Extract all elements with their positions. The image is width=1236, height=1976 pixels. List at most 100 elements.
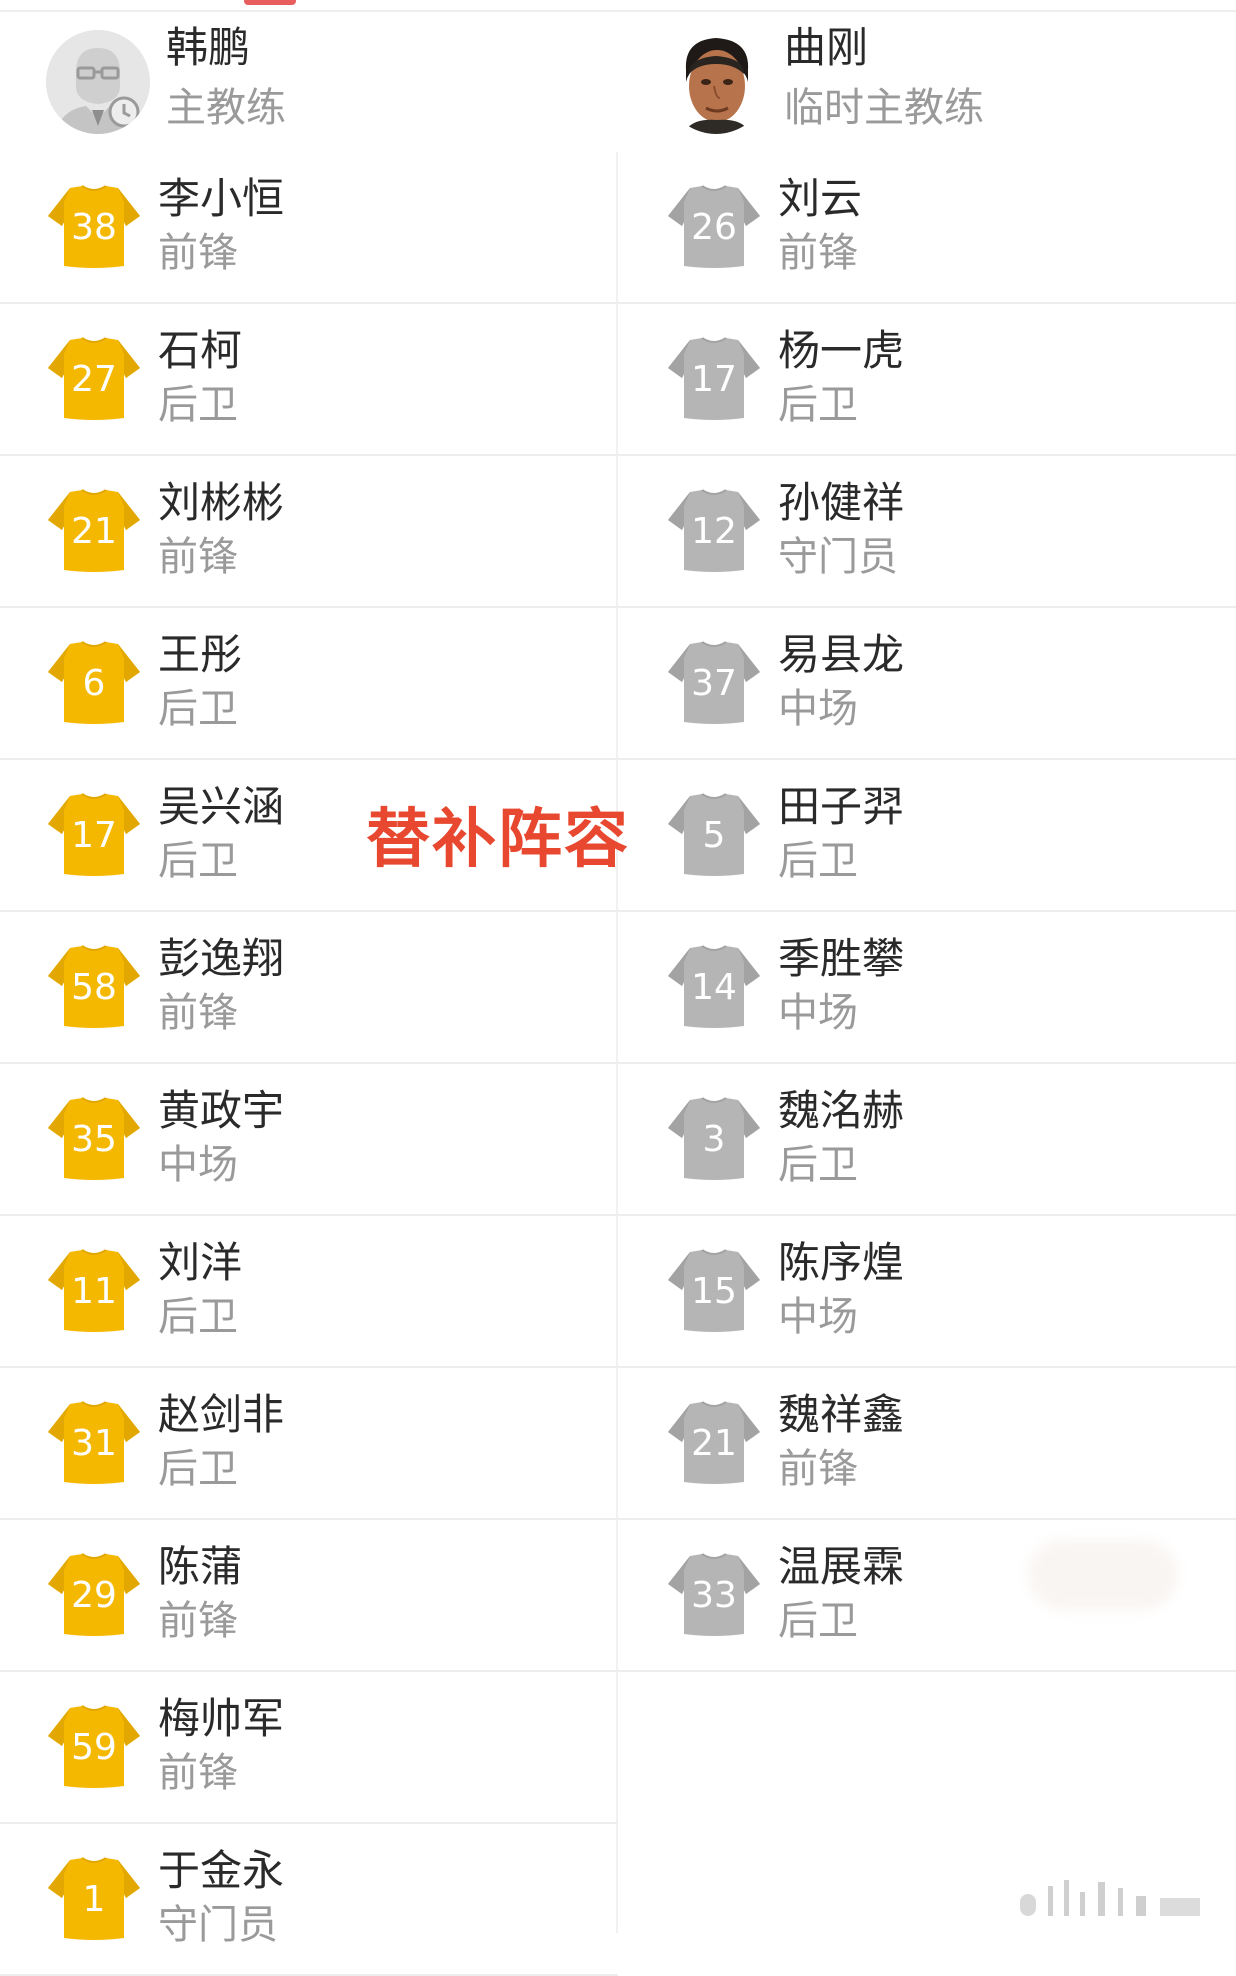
jersey-number: 17 [691,359,737,400]
jersey-number: 5 [702,815,726,856]
player-name: 李小恒 [158,174,285,223]
player-row[interactable]: 38 李小恒前锋 [0,152,618,304]
jersey-icon: 21 [48,486,140,574]
player-row[interactable]: 12 孙健祥守门员 [618,456,1236,608]
player-row[interactable]: 35 黄政宇中场 [0,1064,618,1216]
player-name: 易县龙 [778,630,905,679]
player-name: 刘洋 [158,1238,243,1287]
watermark-blur [1028,1540,1178,1610]
player-row[interactable]: 1 于金永守门员 [0,1824,618,1976]
player-position: 守门员 [778,534,898,580]
jersey-icon: 58 [48,942,140,1030]
jersey-number: 14 [691,967,737,1008]
player-position: 后卫 [158,382,238,428]
player-name: 孙健祥 [778,478,905,527]
player-position: 中场 [158,1142,238,1188]
jersey-icon: 29 [48,1550,140,1638]
jersey-number: 58 [71,967,117,1008]
player-row[interactable]: 21 魏祥鑫 前锋 [618,1368,1236,1520]
player-name: 杨一虎 [778,326,905,375]
player-position: 后卫 [158,1294,238,1340]
jersey-icon: 14 [668,942,760,1030]
jersey-icon: 27 [48,334,140,422]
jersey-number: 6 [82,663,106,704]
jersey-icon: 3 [668,1094,760,1182]
watermark-barcode [1020,1880,1210,1916]
jersey-icon: 1 [48,1854,140,1942]
jersey-icon: 11 [48,1246,140,1334]
jersey-number: 27 [71,359,117,400]
coach-role: 主教练 [166,85,286,131]
player-row[interactable]: 21 刘彬彬 前锋 [0,456,618,608]
jersey-icon: 59 [48,1702,140,1790]
player-position: 后卫 [778,1598,858,1644]
jersey-number: 29 [71,1575,117,1616]
top-edge [0,0,1236,12]
player-row[interactable]: 6 王彤后卫 [0,608,618,760]
player-name: 黄政宇 [158,1086,285,1135]
jersey-number: 38 [71,207,117,248]
player-row[interactable]: 3 魏洺赫 后卫 [618,1064,1236,1216]
player-name: 梅帅军 [158,1694,285,1743]
player-name: 温展霖 [778,1542,905,1591]
jersey-icon: 5 [668,790,760,878]
jersey-number: 31 [71,1423,117,1464]
player-position: 后卫 [778,382,858,428]
coach-placeholder-icon [46,30,150,134]
jersey-number: 15 [691,1271,737,1312]
player-row[interactable]: 59 梅帅军前锋 [0,1672,618,1824]
jersey-icon: 15 [668,1246,760,1334]
player-position: 前锋 [158,1750,238,1796]
player-row[interactable]: 27 石柯后卫 [0,304,618,456]
jersey-number: 17 [71,815,117,856]
jersey-icon: 17 [48,790,140,878]
away-coach[interactable]: 曲刚 临时主教练 [618,12,1236,152]
coach-name: 曲刚 [784,23,869,72]
jersey-icon: 31 [48,1398,140,1486]
player-row[interactable]: 17 杨一虎后卫 [618,304,1236,456]
player-name: 刘彬彬 [158,478,285,527]
player-position: 中场 [778,1294,858,1340]
player-position: 中场 [778,990,858,1036]
top-tab-indicator [244,0,296,5]
jersey-icon: 21 [668,1398,760,1486]
player-name: 于金永 [158,1846,285,1895]
player-row[interactable]: 37 易县龙 中场 [618,608,1236,760]
coaches-header: 韩鹏 主教练 曲刚 临时主教练 [0,12,1236,152]
jersey-number: 1 [82,1879,106,1920]
jersey-icon: 26 [668,182,760,270]
jersey-icon: 33 [668,1550,760,1638]
jersey-number: 21 [71,511,117,552]
player-row[interactable]: 29 陈蒲 前锋 [0,1520,618,1672]
away-substitutes-list: 26 刘云 前锋 17 杨一虎 后卫 12 孙健祥 守门员 37 易县龙 中场 5 田子羿 后卫 14 季胜攀中… [618,152,1236,1672]
player-position: 后卫 [158,838,238,884]
player-position: 中场 [778,686,858,732]
player-position: 后卫 [778,1142,858,1188]
player-row[interactable]: 31 赵剑非 后卫 [0,1368,618,1520]
jersey-number: 12 [691,511,737,552]
jersey-number: 21 [691,1423,737,1464]
player-row[interactable]: 15 陈序煌中场 [618,1216,1236,1368]
player-row[interactable]: 26 刘云 前锋 [618,152,1236,304]
player-name: 王彤 [158,630,243,679]
player-position: 守门员 [158,1902,278,1948]
player-name: 陈序煌 [778,1238,905,1287]
player-position: 后卫 [778,838,858,884]
jersey-number: 11 [71,1271,117,1312]
player-position: 前锋 [778,1446,858,1492]
player-row[interactable]: 58 彭逸翔 前锋 [0,912,618,1064]
player-row[interactable]: 5 田子羿 后卫 [618,760,1236,912]
player-name: 吴兴涵 [158,782,285,831]
jersey-icon: 38 [48,182,140,270]
jersey-number: 35 [71,1119,117,1160]
player-position: 后卫 [158,686,238,732]
player-position: 前锋 [158,230,238,276]
player-row[interactable]: 11 刘洋后卫 [0,1216,618,1368]
jersey-number: 26 [691,207,737,248]
player-name: 石柯 [158,326,243,375]
player-name: 陈蒲 [158,1542,243,1591]
jersey-number: 33 [691,1575,737,1616]
player-name: 彭逸翔 [158,934,285,983]
player-row[interactable]: 14 季胜攀 中场 [618,912,1236,1064]
home-coach[interactable]: 韩鹏 主教练 [0,12,618,152]
